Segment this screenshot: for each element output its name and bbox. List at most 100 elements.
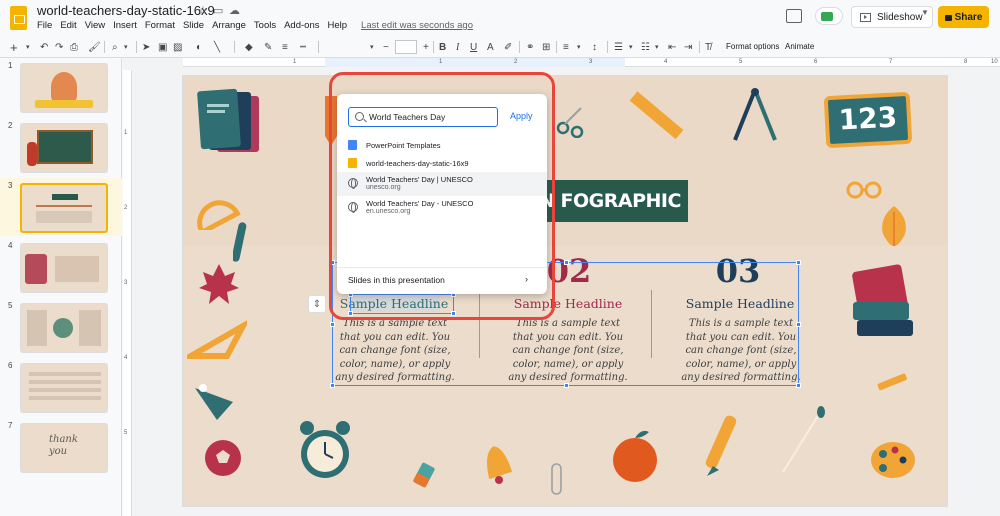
toolbar: + ▾ ↶ ↷ ⎙ 🖌 ⌕ ▾ ➤ ▣ ▨ ◐ ╲ ◆ ✎ ≡ ┅ ▾ − + … xyxy=(0,36,1000,58)
animate-button[interactable]: Animate xyxy=(785,42,814,51)
share-button[interactable]: Share xyxy=(938,6,989,28)
line-icon[interactable]: ╲ xyxy=(214,40,220,54)
border-dash-icon[interactable]: ┅ xyxy=(300,40,306,54)
border-weight-icon[interactable]: ≡ xyxy=(282,40,288,54)
vertical-ruler[interactable]: 1 2 3 4 5 xyxy=(123,70,132,516)
highlight-icon[interactable]: ✐ xyxy=(504,40,512,54)
text-columns xyxy=(36,211,92,223)
menu-file[interactable]: File xyxy=(37,20,57,31)
menu-slide[interactable]: Slide xyxy=(183,20,209,31)
numbered-list-icon[interactable]: ☷ xyxy=(641,40,650,54)
slide-thumbnail[interactable] xyxy=(20,243,108,293)
format-options-button[interactable]: Format options xyxy=(726,42,779,51)
textbox-icon[interactable]: ▣ xyxy=(158,40,167,54)
last-edit-link[interactable]: Last edit was seconds ago xyxy=(361,20,478,31)
horizontal-ruler[interactable]: 1 1 2 3 4 5 6 7 8 9 10 xyxy=(183,58,1000,67)
meet-button[interactable] xyxy=(815,7,843,25)
resize-handle[interactable] xyxy=(330,383,335,388)
link-icon[interactable]: ⚭ xyxy=(526,40,534,54)
menu-arrange[interactable]: Arrange xyxy=(212,20,251,31)
bulleted-list-dropdown-icon[interactable]: ▾ xyxy=(629,40,633,54)
cloud-status-icon[interactable]: ☁ xyxy=(229,4,240,17)
zoom-dropdown-icon[interactable]: ▾ xyxy=(124,40,128,54)
comment-icon[interactable]: ⊞ xyxy=(542,40,550,54)
print-icon[interactable]: ⎙ xyxy=(70,40,78,54)
slide-canvas[interactable]: 123 N FOGRAPHIC 02 03 Sample Headline Sa… xyxy=(183,76,947,506)
fill-color-icon[interactable]: ◆ xyxy=(245,40,253,54)
slideshow-label: Slideshow xyxy=(877,11,923,23)
move-folder-icon[interactable]: ▭ xyxy=(213,4,223,17)
paint-format-icon[interactable]: 🖌 xyxy=(88,40,101,54)
comment-history-icon[interactable] xyxy=(786,9,802,23)
slide-thumbnail-row[interactable]: 1 xyxy=(0,58,122,116)
menu-help[interactable]: Help xyxy=(327,20,352,31)
align-dropdown-icon[interactable]: ▾ xyxy=(577,40,581,54)
line-spacing-icon[interactable]: ↕ xyxy=(592,40,597,54)
new-slide-dropdown-icon[interactable]: ▾ xyxy=(26,40,30,54)
headline-row xyxy=(36,205,92,207)
align-handle-icon[interactable]: ⇕ xyxy=(308,295,326,313)
resize-handle[interactable] xyxy=(564,383,569,388)
undo-icon[interactable]: ↶ xyxy=(40,40,48,54)
slide-number: 6 xyxy=(8,361,13,370)
share-label: Share xyxy=(954,11,983,23)
image-icon[interactable]: ▨ xyxy=(173,40,182,54)
ruler-label: 4 xyxy=(664,59,668,65)
slide-thumbnail[interactable]: thank you xyxy=(20,423,108,473)
ruler-label: 7 xyxy=(889,59,893,65)
font-dropdown-icon[interactable]: ▾ xyxy=(370,40,374,54)
menu-view[interactable]: View xyxy=(85,20,110,31)
slide-thumbnail-row[interactable]: 4 xyxy=(0,238,122,296)
star-icon[interactable]: ☆ xyxy=(198,4,208,17)
resize-handle[interactable] xyxy=(564,260,569,265)
infographic-title-banner[interactable]: N FOGRAPHIC xyxy=(535,180,688,222)
slide-thumbnail[interactable] xyxy=(20,123,108,173)
italic-icon[interactable]: I xyxy=(456,40,459,54)
ruler-label: 8 xyxy=(964,59,968,65)
canvas-area[interactable]: 1 1 2 3 4 5 6 7 8 9 10 1 2 3 4 5 xyxy=(123,58,1000,516)
font-size-input[interactable] xyxy=(395,40,417,54)
resize-handle[interactable] xyxy=(796,260,801,265)
font-size-minus-icon[interactable]: − xyxy=(383,40,389,54)
slide-thumbnail[interactable] xyxy=(20,63,108,113)
font-size-plus-icon[interactable]: + xyxy=(423,40,429,54)
increase-indent-icon[interactable]: ⇥ xyxy=(684,40,692,54)
slide-thumbnail-row[interactable]: 5 xyxy=(0,298,122,356)
decrease-indent-icon[interactable]: ⇤ xyxy=(668,40,676,54)
toolbar-divider xyxy=(519,41,520,53)
slide-thumbnail-row[interactable]: 3 xyxy=(0,178,122,236)
menu-tools[interactable]: Tools xyxy=(254,20,281,31)
new-slide-icon[interactable]: + xyxy=(10,40,18,55)
slide-thumbnail-row[interactable]: 7 thank you xyxy=(0,418,122,476)
slide-thumbnail-selected[interactable] xyxy=(20,183,108,233)
underline-icon[interactable]: U xyxy=(470,40,477,54)
menu-edit[interactable]: Edit xyxy=(60,20,81,31)
align-icon[interactable]: ≡ xyxy=(563,40,569,54)
toolbar-divider xyxy=(433,41,434,53)
text-color-icon[interactable]: A xyxy=(487,40,494,54)
menu-insert[interactable]: Insert xyxy=(113,20,142,31)
menu-addons[interactable]: Add-ons xyxy=(284,20,324,31)
zoom-icon[interactable]: ⌕ xyxy=(112,40,118,54)
border-color-icon[interactable]: ✎ xyxy=(264,40,272,54)
bold-icon[interactable]: B xyxy=(439,40,446,54)
clear-formatting-icon[interactable]: T̸ xyxy=(705,40,711,54)
redo-icon[interactable]: ↷ xyxy=(55,40,63,54)
resize-handle[interactable] xyxy=(796,383,801,388)
toolbar-divider xyxy=(556,41,557,53)
document-title[interactable]: world-teachers-day-static-16x9 xyxy=(37,3,215,18)
resize-handle[interactable] xyxy=(330,322,335,327)
ruler-label: 1 xyxy=(293,59,297,65)
slide-thumbnail[interactable] xyxy=(20,303,108,353)
shape-icon[interactable]: ◐ xyxy=(196,40,202,54)
slides-logo-icon[interactable] xyxy=(10,6,27,30)
slideshow-dropdown-icon[interactable]: ▼ xyxy=(921,8,929,17)
slide-thumbnail-row[interactable]: 6 xyxy=(0,358,122,416)
slide-thumbnail-row[interactable]: 2 xyxy=(0,118,122,176)
select-icon[interactable]: ➤ xyxy=(142,40,150,54)
slide-thumbnail[interactable] xyxy=(20,363,108,413)
bulleted-list-icon[interactable]: ☰ xyxy=(614,40,623,54)
menu-format[interactable]: Format xyxy=(145,20,180,31)
resize-handle[interactable] xyxy=(796,322,801,327)
numbered-list-dropdown-icon[interactable]: ▾ xyxy=(655,40,659,54)
